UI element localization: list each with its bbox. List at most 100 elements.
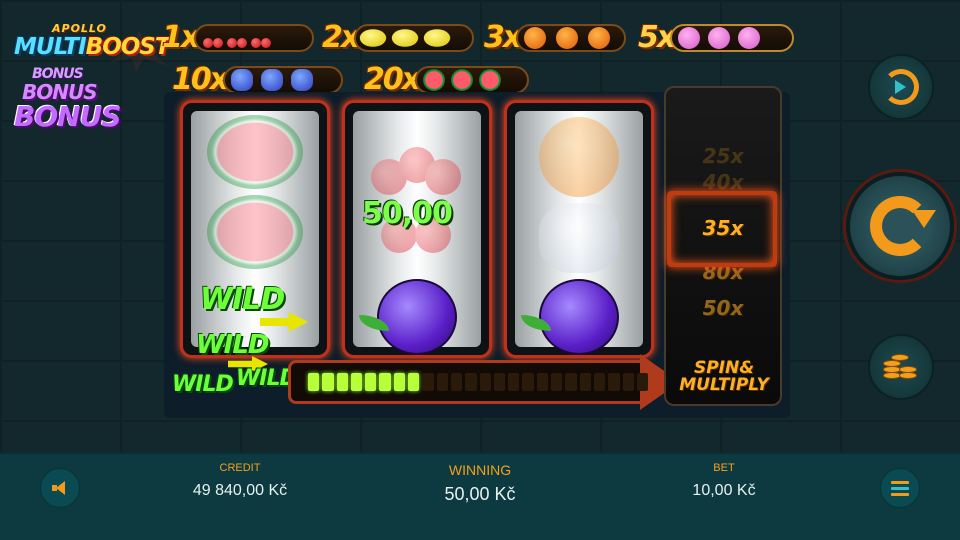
paytable-multiplier: 2x [322,20,360,55]
paytable-entry-1x: 1x [162,20,315,55]
progress-segment [593,373,606,391]
winning-value: 50,00 Kč [444,484,516,504]
bonus-multiplier: 50x [702,296,744,320]
bet-label: BET [713,462,735,474]
paytable-entry-3x: 3x [484,20,627,55]
bet-value: 10,00 Kč [692,482,756,499]
orange-icon [588,26,611,49]
wild-symbol: WILD [200,282,285,317]
melon-icon [451,68,474,91]
progress-segment [608,373,620,391]
grape-icon [261,68,284,91]
bottom-bar: CREDIT 49 840,00 Kč WINNING 50,00 Kč BET… [0,452,960,540]
progress-segment [636,373,649,391]
plum-icon [738,26,761,49]
cherry-icon [250,27,272,49]
progress-segment [493,373,506,391]
progress-segment [365,373,377,391]
bonus-multiplier: 25x [702,144,744,168]
credit-label: CREDIT [219,462,261,474]
grape-icon [231,68,254,91]
progress-segment [536,373,549,391]
plum-icon [678,26,701,49]
paytable-multiplier: 5x [638,20,676,55]
progress-segment [350,373,363,391]
lemon-icon [392,28,419,47]
progress-segments [308,373,649,391]
spin-multiply-label: SPIN& MULTIPLY [676,360,772,394]
bonus-progress [288,354,680,410]
speaker-icon [52,481,68,495]
winning-display: WINNING 50,00 Kč [400,462,560,505]
credit-display: CREDIT 49 840,00 Kč [160,462,320,500]
watermelon-icon [207,195,303,269]
paytable-multiplier: 3x [484,20,522,55]
progress-segment [465,373,477,391]
grape-icon [291,68,314,91]
progress-segment [408,373,420,391]
spin-icon [870,196,936,256]
progress-segment [422,373,434,391]
menu-button[interactable] [880,468,920,508]
progress-segment [522,373,534,391]
progress-segment [479,373,491,391]
paytable-entry-5x: 5x [638,20,795,55]
bet-button[interactable] [868,334,934,400]
autoplay-icon [883,69,919,105]
progress-segment [579,373,591,391]
wild-symbol: WILD [196,330,270,360]
paytable-fruits [516,23,627,52]
plum-icon [539,279,619,355]
progress-segment [551,373,563,391]
paytable-fruits [670,23,795,52]
orange-icon [556,26,579,49]
bonus-title-large: BONUS [14,100,121,133]
bet-display: BET 10,00 Kč [644,462,804,500]
reel-1 [180,100,330,358]
spin-button[interactable] [846,172,954,280]
lemon-icon [360,28,387,47]
progress-segment [322,373,334,391]
win-amount: 50,00 [362,196,453,231]
watermelon-icon [207,115,303,189]
logo-boost: BOOST [85,34,171,60]
spin-multiply-line-2: MULTIPLY [679,375,769,395]
cherries-icon [367,125,467,205]
melon-icon [423,68,446,91]
progress-segment [336,373,348,391]
progress-segment [436,373,448,391]
paytable-fruits [354,23,475,52]
lemon-icon [424,28,451,47]
paytable-fruits [194,23,315,52]
progress-segment [565,373,577,391]
wild-symbol: WILD [172,372,234,397]
progress-segment [393,373,406,391]
grapes-icon [539,203,619,273]
paytable-fruits [415,65,530,94]
cherry-icon [202,27,224,49]
menu-icon [891,480,909,496]
autoplay-button[interactable] [868,54,934,120]
progress-segment [508,373,520,391]
cherry-icon [226,27,248,49]
paytable-fruits [223,65,344,94]
plum-icon [708,26,731,49]
cherries-shape [367,125,463,205]
sound-button[interactable] [40,468,80,508]
coins-icon [883,352,919,382]
winning-label: WINNING [448,462,512,478]
credit-value: 49 840,00 Kč [192,482,288,499]
plum-icon [377,279,457,355]
reel-3 [504,100,654,358]
progress-segment [622,373,634,391]
bonus-selector-frame [667,191,777,267]
progress-segment [450,373,463,391]
logo-multi: MULTI [14,34,87,60]
progress-segment [379,373,391,391]
paytable-entry-2x: 2x [322,20,475,55]
progress-segment [308,373,320,391]
melon-icon [479,68,502,91]
logo-title: MULTIBOOST [14,34,171,60]
orange-icon [524,26,547,49]
orange-icon [539,117,619,197]
